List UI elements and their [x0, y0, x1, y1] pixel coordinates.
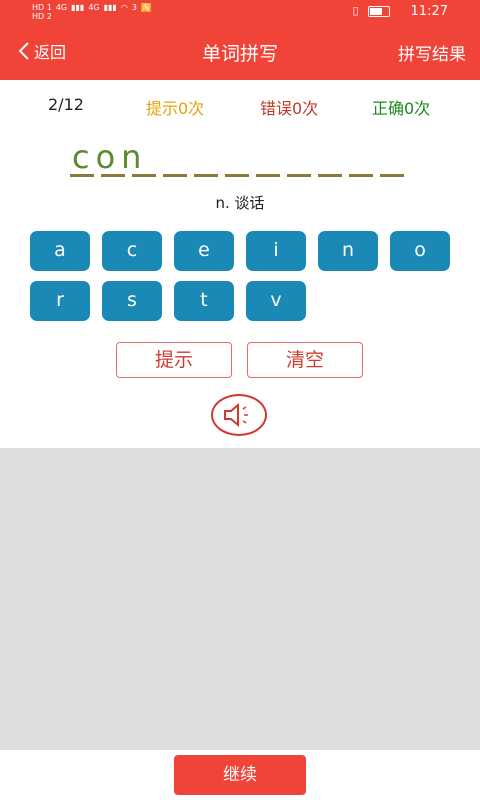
spelling-results-button[interactable]: 拼写结果: [398, 40, 466, 65]
typed-letters: con: [72, 138, 148, 176]
chevron-left-icon: [18, 42, 29, 60]
speaker-icon: [224, 402, 248, 428]
back-button[interactable]: 返回: [18, 39, 66, 63]
letter-slot: [256, 174, 280, 177]
bottom-bar: 继续: [0, 750, 480, 800]
spelling-panel: 2/12 提示0次 错误0次 正确0次 con n. 谈话 aceino rstv…: [0, 80, 480, 448]
network-4g-label-2: 4G: [88, 3, 100, 12]
letter-key-o[interactable]: o: [390, 231, 450, 271]
letter-slots: [70, 174, 411, 177]
letter-slot: [349, 174, 373, 177]
letter-key-i[interactable]: i: [246, 231, 306, 271]
signal-icon: ▮▮▮: [103, 3, 117, 12]
network-4g-label-1: 4G: [55, 3, 68, 12]
letter-key-t[interactable]: t: [174, 281, 234, 321]
letter-slot: [287, 174, 311, 177]
letter-key-r[interactable]: r: [30, 281, 90, 321]
letter-slot: [194, 174, 218, 177]
letter-slot: [70, 174, 94, 177]
clear-button[interactable]: 清空: [247, 342, 363, 378]
pronounce-button[interactable]: [211, 394, 267, 436]
letter-key-v[interactable]: v: [246, 281, 306, 321]
top-nav-bar: 返回 单词拼写 拼写结果: [0, 25, 480, 80]
status-time: 11:27: [410, 4, 448, 19]
signal-icon: ▮▮▮: [71, 3, 85, 12]
correct-count: 正确0次: [372, 99, 431, 118]
letter-slot: [380, 174, 404, 177]
continue-button[interactable]: 继续: [174, 755, 306, 795]
wifi-number: 3: [131, 3, 137, 12]
letter-key-s[interactable]: s: [102, 281, 162, 321]
wifi-icon: ◠: [120, 3, 128, 12]
status-bar-right: ▯: [352, 4, 390, 17]
status-bar-left: HD 1 4G ▮▮▮ 4G ▮▮▮ ◠ 3 淘 HD 2: [32, 3, 155, 21]
back-label: 返回: [34, 43, 67, 62]
letter-key-c[interactable]: c: [102, 231, 162, 271]
letter-slot: [318, 174, 342, 177]
letter-key-a[interactable]: a: [30, 231, 90, 271]
letter-slot: [101, 174, 125, 177]
letter-slot: [225, 174, 249, 177]
hint-button[interactable]: 提示: [116, 342, 232, 378]
letter-key-e[interactable]: e: [174, 231, 234, 271]
letter-slot: [132, 174, 156, 177]
battery-icon: [368, 5, 390, 17]
sim2-label: HD 2: [32, 12, 52, 21]
progress-counter: 2/12: [48, 95, 84, 114]
word-meaning: n. 谈话: [215, 194, 265, 212]
hint-count: 提示0次: [146, 99, 205, 118]
taobao-icon: 淘: [140, 3, 151, 12]
error-count: 错误0次: [260, 99, 319, 118]
letter-slot: [163, 174, 187, 177]
sim1-label: HD 1: [32, 3, 52, 12]
vibrate-icon: ▯: [352, 4, 359, 17]
letter-key-n[interactable]: n: [318, 231, 378, 271]
status-bar: HD 1 4G ▮▮▮ 4G ▮▮▮ ◠ 3 淘 HD 2 ▯ 11:27: [0, 0, 480, 25]
